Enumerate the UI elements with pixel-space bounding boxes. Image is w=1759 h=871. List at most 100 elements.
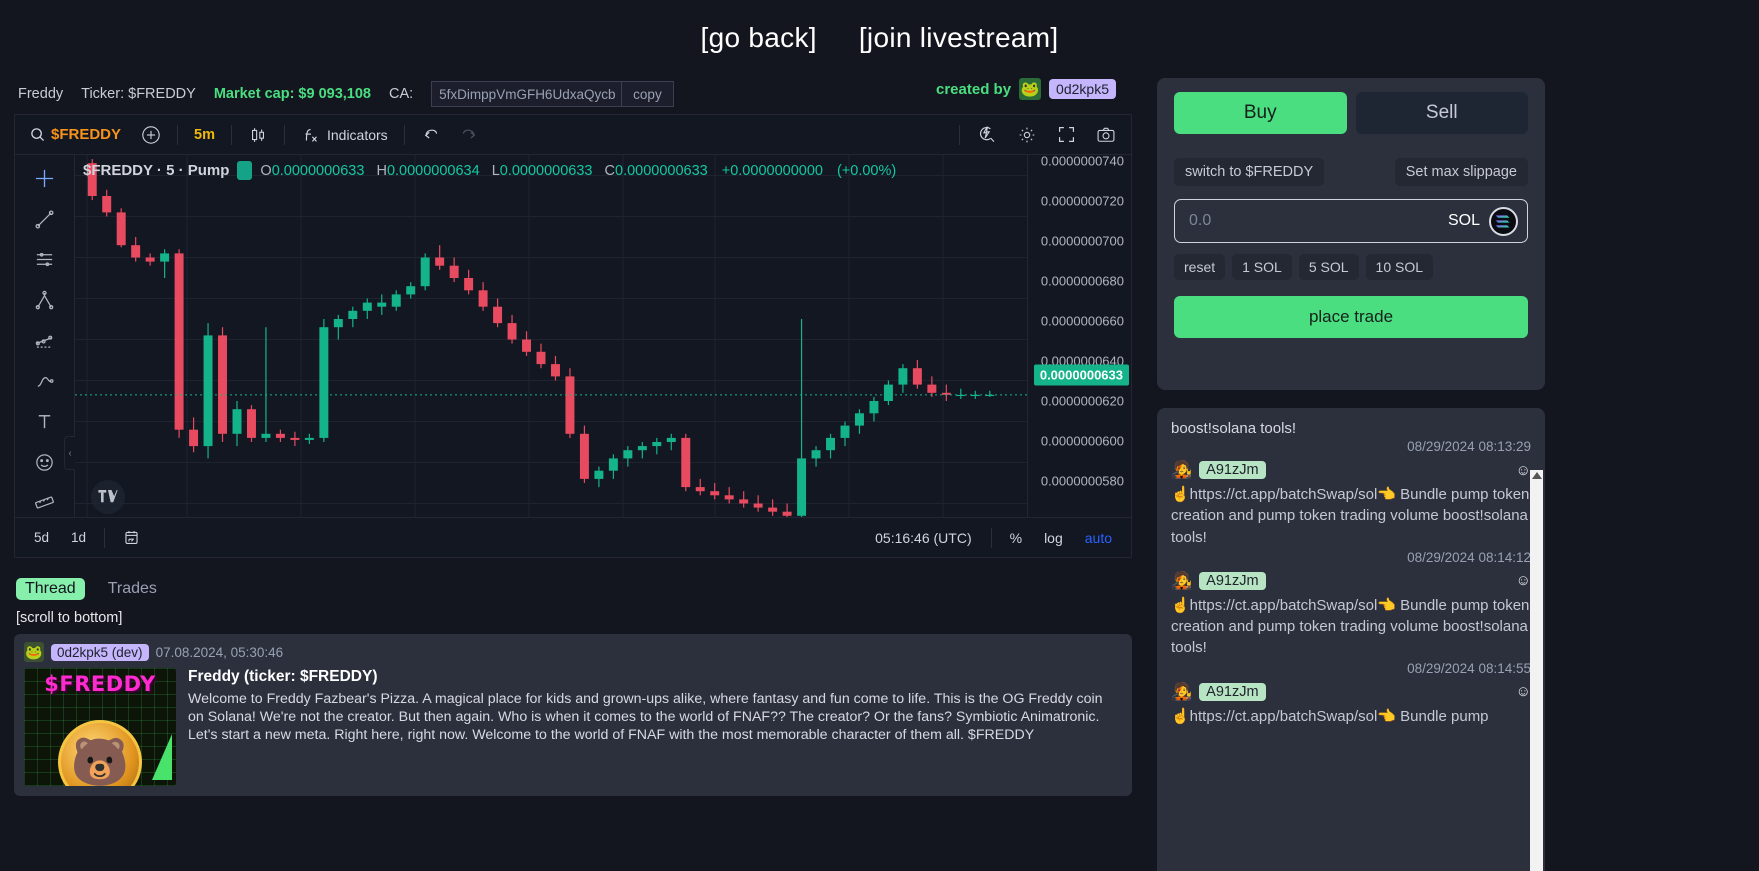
redo-arrow-icon <box>460 125 479 144</box>
goto-date-button[interactable] <box>114 525 149 551</box>
indicators-button[interactable]: Indicators <box>292 120 397 150</box>
chat-message-text: ☝️https://ct.app/batchSwap/sol👈 Bundle p… <box>1171 707 1489 725</box>
collapse-toolbar-button[interactable]: ‹ <box>64 436 75 470</box>
scroll-up-arrow-icon[interactable] <box>1531 472 1542 479</box>
range-5d-button[interactable]: 5d <box>25 525 58 551</box>
drawing-toolbar: ‹ <box>15 155 75 557</box>
sell-tab[interactable]: Sell <box>1355 92 1528 134</box>
candlestick-plot[interactable] <box>75 155 1027 524</box>
token-name: Freddy <box>18 86 64 102</box>
smiley-icon[interactable]: ☺ <box>1516 683 1531 700</box>
measure-tool[interactable] <box>28 488 62 518</box>
chart-settings-button[interactable] <box>1008 120 1046 150</box>
undo-arrow-icon <box>421 125 440 144</box>
tab-thread[interactable]: Thread <box>16 578 85 600</box>
function-icon <box>301 125 321 145</box>
chat-username[interactable]: A91zJm <box>1199 461 1266 479</box>
chart-symbol: $FREDDY <box>51 126 122 143</box>
scroll-to-bottom-link[interactable]: [scroll to bottom] <box>14 604 1132 634</box>
symbol-search-button[interactable]: $FREDDY <box>21 120 130 150</box>
add-symbol-button[interactable] <box>132 120 170 150</box>
price-tick: 0.0000000580 <box>1040 473 1124 489</box>
top-navigation: [go back] [join livestream] <box>0 0 1759 76</box>
trade-options-row: switch to $FREDDY Set max slippage <box>1174 158 1528 186</box>
place-trade-button[interactable]: place trade <box>1174 296 1528 338</box>
emoji-tool[interactable] <box>28 448 62 478</box>
ruler-icon <box>34 492 55 513</box>
brush-tool[interactable] <box>28 367 62 397</box>
chat-username[interactable]: A91zJm <box>1199 682 1266 701</box>
tradingview-logo <box>91 480 125 514</box>
set-max-slippage-button[interactable]: Set max slippage <box>1394 158 1528 186</box>
quick-amount-1sol[interactable]: 1 SOL <box>1232 254 1292 280</box>
quick-amount-5sol[interactable]: 5 SOL <box>1298 254 1359 280</box>
join-livestream-link[interactable]: [join livestream] <box>859 22 1059 54</box>
smiley-icon[interactable]: ☺ <box>1516 462 1531 479</box>
redo-button[interactable] <box>451 120 488 150</box>
quick-search-button[interactable] <box>967 120 1006 150</box>
quick-amount-reset[interactable]: reset <box>1174 254 1226 280</box>
footer-divider <box>104 527 106 548</box>
token-ticker: Ticker: $FREDDY <box>81 86 196 102</box>
plot-area[interactable]: $FREDDY · 5 · Pump O0.0000000633 H0.0000… <box>75 154 1131 557</box>
switch-currency-button[interactable]: switch to $FREDDY <box>1174 158 1325 186</box>
horizontal-lines-icon <box>34 249 55 270</box>
horizontal-lines-tool[interactable] <box>28 245 62 275</box>
post-timestamp: 07.08.2024, 05:30:46 <box>155 644 284 660</box>
chat-username[interactable]: A91zJm <box>1199 571 1266 590</box>
post-title: Freddy (ticker: $FREDDY) <box>188 668 378 685</box>
snapshot-button[interactable] <box>1087 120 1125 150</box>
quick-amount-10sol[interactable]: 10 SOL <box>1365 254 1434 280</box>
amount-input[interactable] <box>1189 212 1439 230</box>
undo-button[interactable] <box>412 120 449 150</box>
page-root: [go back] [join livestream] Freddy Ticke… <box>0 0 1759 871</box>
chat-message: 🧑‍🎤 A91zJm ☺ ☝️https://ct.app/batchSwap/… <box>1171 571 1531 676</box>
lightning-magnifier-icon <box>976 124 997 145</box>
token-image[interactable]: $FREDDY 🐻 <box>24 668 176 786</box>
chart-type-button[interactable] <box>239 120 277 150</box>
auto-scale-button[interactable]: auto <box>1076 530 1121 546</box>
thread-post: 🐸 0d2kpk5 (dev) 07.08.2024, 05:30:46 $FR… <box>14 634 1132 796</box>
price-tick: 0.0000000620 <box>1040 393 1124 409</box>
text-tool[interactable] <box>28 407 62 437</box>
chat-scrollbar[interactable] <box>1530 470 1543 871</box>
chart-clock: 05:16:46 (UTC) <box>875 529 972 546</box>
range-1d-button[interactable]: 1d <box>62 525 95 551</box>
contract-address-label: CA: <box>389 86 414 102</box>
buy-tab[interactable]: Buy <box>1174 92 1347 134</box>
chat-message-header: 🧑‍🎤 A91zJm ☺ <box>1171 460 1531 480</box>
current-price-label: 0.0000000633 <box>1033 364 1129 386</box>
post-description: Welcome to Freddy Fazbear's Pizza. A mag… <box>188 691 1103 744</box>
interval-button[interactable]: 5m <box>185 120 224 150</box>
price-tick: 0.0000000700 <box>1040 233 1124 249</box>
smiley-icon[interactable]: ☺ <box>1516 572 1531 589</box>
trend-line-tool[interactable] <box>28 205 62 235</box>
currency-label: SOL <box>1447 212 1480 229</box>
creator-username[interactable]: 0d2kpk5 <box>1049 79 1116 99</box>
creator-info: created by 🐸 0d2kpk5 <box>936 78 1116 100</box>
text-icon <box>34 411 55 432</box>
go-back-link[interactable]: [go back] <box>701 22 817 54</box>
fullscreen-icon <box>1057 125 1076 144</box>
crosshair-tool[interactable] <box>28 164 62 194</box>
fork-icon <box>34 290 55 311</box>
up-arrow-icon <box>152 734 172 780</box>
fib-tool[interactable] <box>28 286 62 316</box>
pitchfork-icon <box>34 330 55 351</box>
solana-icon <box>1489 206 1518 236</box>
log-scale-button[interactable]: log <box>1035 530 1072 546</box>
candlestick-icon <box>248 125 268 145</box>
percent-scale-button[interactable]: % <box>1001 530 1031 546</box>
tab-trades[interactable]: Trades <box>99 578 166 600</box>
quick-amount-row: reset 1 SOL 5 SOL 10 SOL <box>1174 254 1528 280</box>
copy-button[interactable]: copy <box>621 81 674 107</box>
contract-address-input[interactable]: 5fxDimppVmGFH6UdxaQycb <box>431 81 622 107</box>
post-username[interactable]: 0d2kpk5 (dev) <box>51 643 149 661</box>
price-axis[interactable]: 0.0000000740 0.0000000720 0.0000000700 0… <box>1027 154 1131 524</box>
pattern-tool[interactable] <box>28 326 62 356</box>
chat-lead-text: boost!solana tools! <box>1171 420 1297 437</box>
indicators-label: Indicators <box>326 126 388 143</box>
fullscreen-button[interactable] <box>1048 120 1085 150</box>
chart-toolbar: $FREDDY 5m Indicators <box>15 115 1131 155</box>
token-image-title: $FREDDY <box>44 672 156 696</box>
